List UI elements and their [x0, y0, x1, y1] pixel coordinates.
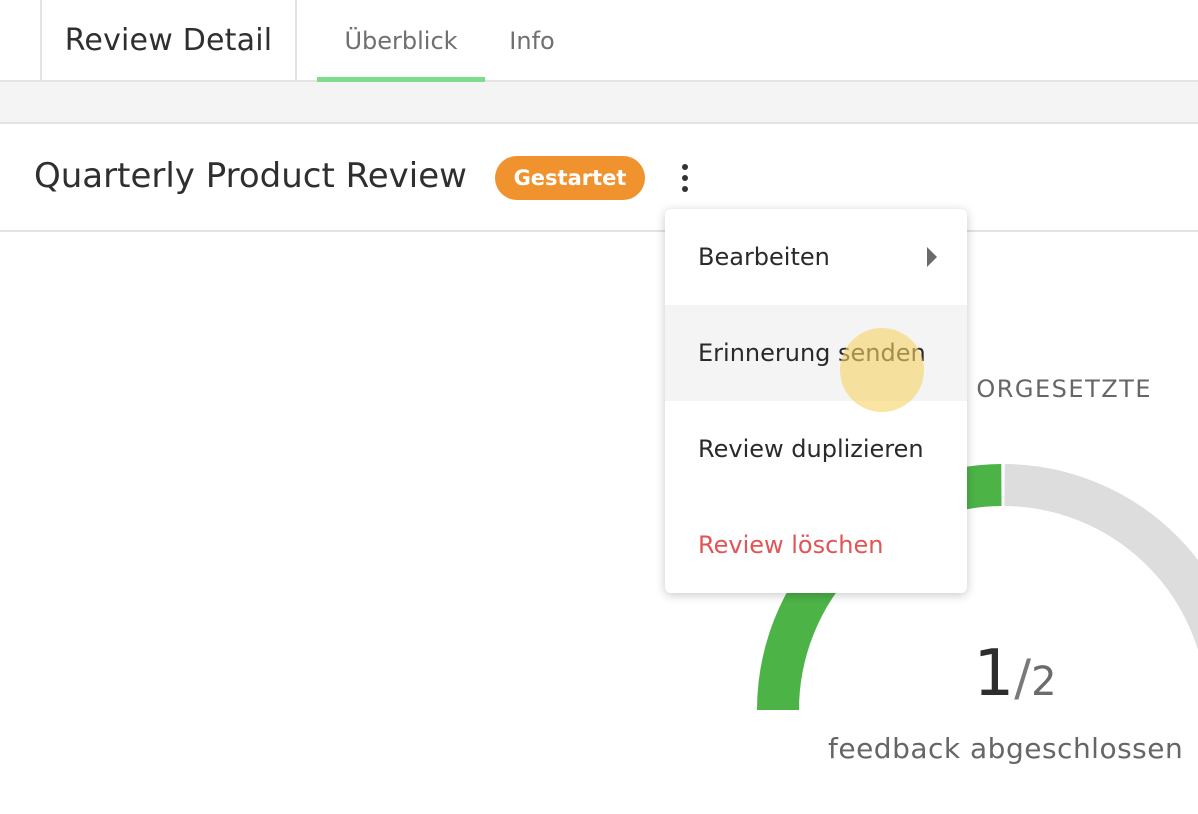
- context-menu: Bearbeiten Erinnerung senden Review dupl…: [665, 209, 967, 593]
- completed-count: 1: [973, 637, 1015, 711]
- more-vertical-icon[interactable]: [670, 156, 700, 200]
- menu-item-delete[interactable]: Review löschen: [665, 497, 967, 593]
- total-count: 2: [1031, 659, 1057, 705]
- progress-caption: feedback abgeschlossen: [828, 732, 1184, 765]
- submenu-arrow-icon: [927, 247, 937, 267]
- dot: [682, 175, 688, 181]
- menu-item-label: Review duplizieren: [698, 435, 924, 463]
- review-header: Quarterly Product Review Gestartet: [0, 124, 1198, 232]
- menu-item-label: Bearbeiten: [698, 243, 830, 271]
- menu-item-label: Erinnerung senden: [698, 339, 926, 367]
- review-title: Quarterly Product Review: [34, 156, 467, 196]
- tab-info[interactable]: Info: [490, 0, 574, 82]
- dot: [682, 164, 688, 170]
- menu-item-duplicate[interactable]: Review duplizieren: [665, 401, 967, 497]
- tab-overview[interactable]: Überblick: [317, 0, 485, 82]
- progress-count: 1/2: [900, 637, 1130, 711]
- progress-donut: [757, 464, 1198, 711]
- page-title: Review Detail: [40, 0, 297, 80]
- menu-item-label: Review löschen: [698, 531, 884, 559]
- count-separator: /: [1014, 649, 1032, 707]
- toolbar-strip: [0, 82, 1198, 124]
- menu-item-edit[interactable]: Bearbeiten: [665, 209, 967, 305]
- status-badge: Gestartet: [495, 156, 645, 200]
- top-navigation-bar: Review Detail Überblick Info: [0, 0, 1198, 82]
- dot: [682, 186, 688, 192]
- menu-item-send-reminder[interactable]: Erinnerung senden: [665, 305, 967, 401]
- review-overview-content: ORGESETZTE 1/2 feedback abgeschlossen: [0, 232, 1198, 814]
